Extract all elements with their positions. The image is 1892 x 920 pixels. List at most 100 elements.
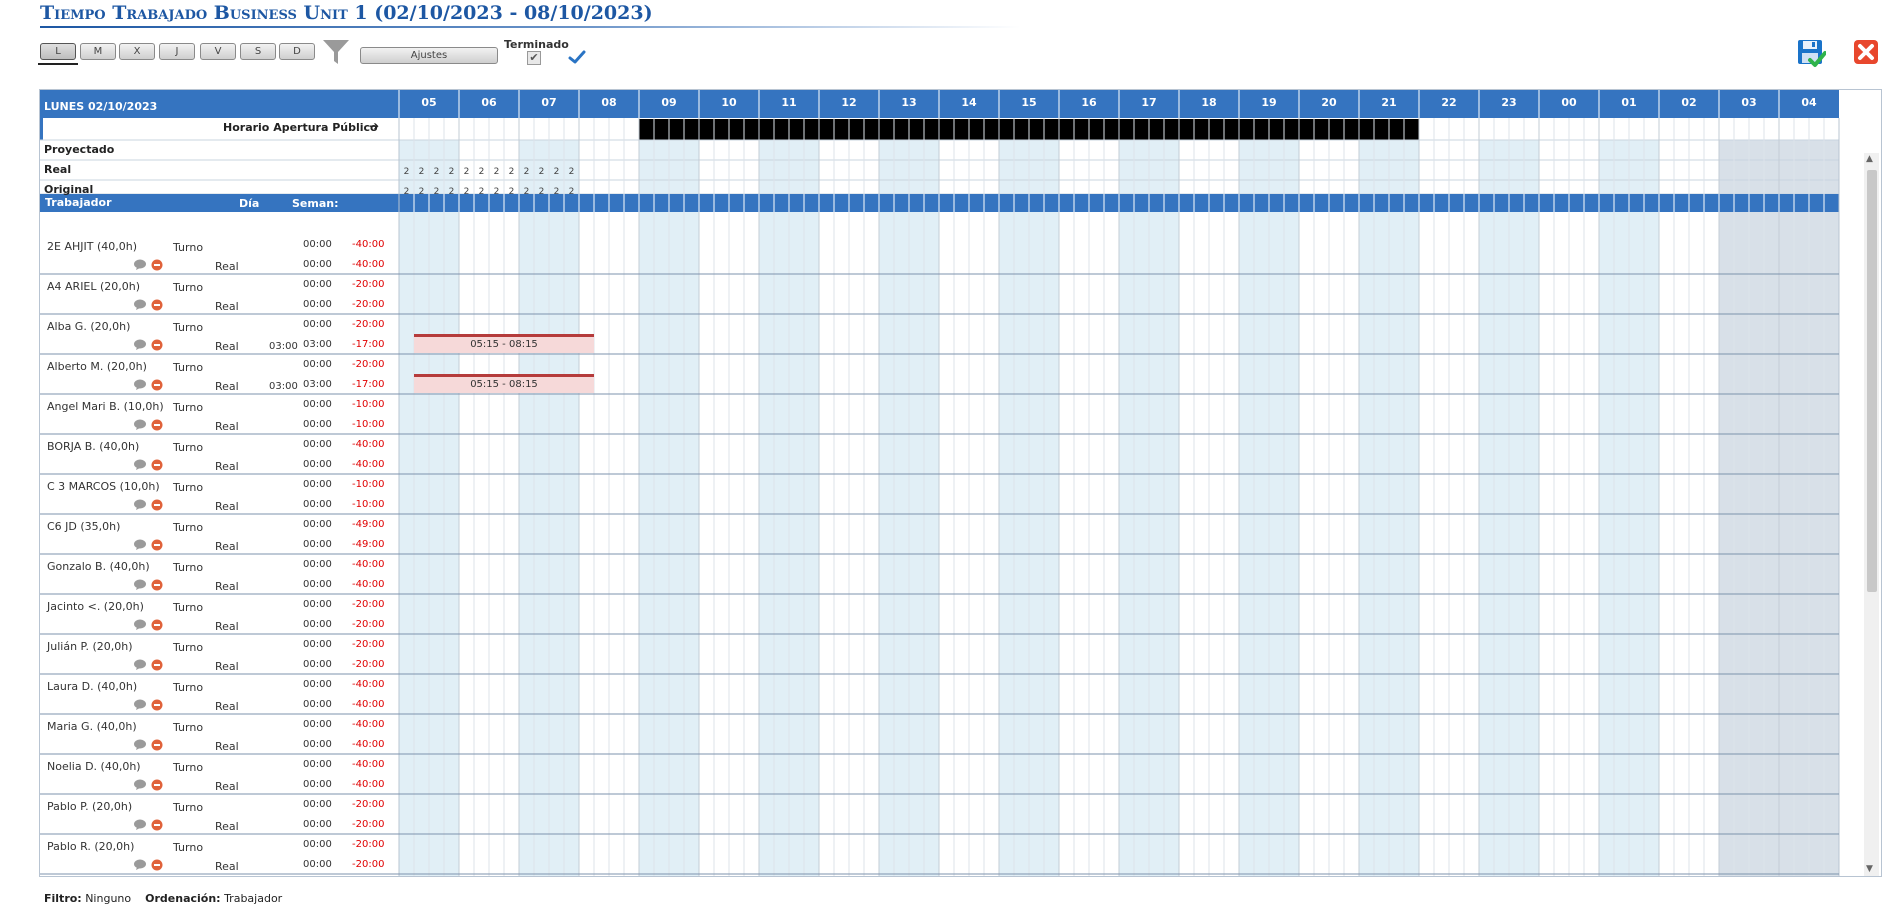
real-row-label: Real [215,620,239,633]
worker-name[interactable]: Jacinto <. (20,0h) [47,600,144,613]
comment-icon[interactable] [133,296,147,310]
scroll-up-arrow-icon[interactable]: ▲ [1866,154,1873,164]
day-button-m[interactable]: M [80,43,116,60]
finished-label: Terminado [504,38,569,51]
alert-icon[interactable] [151,616,165,631]
alert-icon[interactable] [151,496,165,511]
comment-icon[interactable] [133,256,147,270]
alert-icon[interactable] [151,296,165,311]
worker-name[interactable]: BORJA B. (40,0h) [47,440,139,453]
comment-icon[interactable] [133,696,147,710]
shift-bar[interactable]: 05:15 - 08:15 [414,334,594,353]
real-week-hours: 00:00 [303,579,332,590]
hour-label: 18 [1201,96,1217,109]
alert-icon[interactable] [151,536,165,551]
worker-name[interactable]: Pablo R. (20,0h) [47,840,134,853]
real-row-label: Real [215,700,239,713]
worker-name[interactable]: Gonzalo B. (40,0h) [47,560,150,573]
alert-icon[interactable] [151,656,165,671]
check-icon[interactable] [568,49,586,65]
alert-icon[interactable] [151,736,165,751]
day-button-j[interactable]: J [159,43,195,60]
comment-icon[interactable] [133,496,147,510]
worker-name[interactable]: Angel Mari B. (10,0h) [47,400,164,413]
alert-icon[interactable] [151,256,165,271]
day-button-s[interactable]: S [240,43,276,60]
real-row-label: Real [215,860,239,873]
worker-name[interactable]: C6 JD (35,0h) [47,520,120,533]
day-button-d[interactable]: D [279,43,315,60]
worker-name[interactable]: Alba G. (20,0h) [47,320,130,333]
comment-icon[interactable] [133,736,147,750]
summary-count: 2 [418,187,425,197]
arrow-right-icon[interactable]: ➔ [369,119,379,133]
filter-label: Filtro: [44,892,82,905]
real-week-hours: 00:00 [303,539,332,550]
summary-count: 2 [463,167,470,177]
title-underline [40,26,1020,28]
comment-icon[interactable] [133,856,147,870]
hour-label: 13 [901,96,917,109]
alert-icon[interactable] [151,856,165,871]
worker-name[interactable]: Julián P. (20,0h) [47,640,133,653]
real-week-hours: 00:00 [303,419,332,430]
comment-icon[interactable] [133,336,147,350]
comment-icon[interactable] [133,376,147,390]
alert-icon[interactable] [151,336,165,351]
day-button-l[interactable]: L [40,43,76,60]
summary-count: 2 [463,187,470,197]
comment-icon[interactable] [133,536,147,550]
real-week-diff: -20:00 [352,659,385,670]
comment-icon[interactable] [133,456,147,470]
summary-count: 2 [448,187,455,197]
shift-week-hours: 00:00 [303,399,332,410]
real-row-label: Real [215,820,239,833]
summary-count: 2 [478,187,485,197]
alert-icon[interactable] [151,816,165,831]
comment-icon[interactable] [133,616,147,630]
real-week-hours: 00:00 [303,299,332,310]
alert-icon[interactable] [151,696,165,711]
worker-name[interactable]: Pablo P. (20,0h) [47,800,132,813]
hour-label: 14 [961,96,977,109]
summary-count: 2 [553,187,560,197]
close-icon[interactable] [1853,39,1879,65]
filter-icon[interactable] [321,37,351,67]
save-icon[interactable] [1796,38,1826,68]
shift-week-diff: -20:00 [352,279,385,290]
alert-icon[interactable] [151,776,165,791]
shift-row-label: Turno [173,641,204,654]
alert-icon[interactable] [151,456,165,471]
comment-icon[interactable] [133,416,147,430]
comment-icon[interactable] [133,576,147,590]
real-week-hours: 00:00 [303,459,332,470]
column-header-week: Seman: [292,197,339,210]
settings-button[interactable]: Ajustes [360,47,498,64]
shift-week-diff: -49:00 [352,519,385,530]
finished-checkbox[interactable]: ✔ [527,51,541,65]
scroll-down-arrow-icon[interactable]: ▼ [1866,864,1873,874]
shift-bar[interactable]: 05:15 - 08:15 [414,374,594,393]
alert-icon[interactable] [151,376,165,391]
worker-name[interactable]: C 3 MARCOS (10,0h) [47,480,160,493]
comment-icon[interactable] [133,656,147,670]
day-button-v[interactable]: V [200,43,236,60]
worker-name[interactable]: A4 ARIEL (20,0h) [47,280,140,293]
comment-icon[interactable] [133,776,147,790]
shift-row-label: Turno [173,441,204,454]
alert-icon[interactable] [151,416,165,431]
hour-label: 09 [661,96,677,109]
worker-name[interactable]: Maria G. (40,0h) [47,720,137,733]
worker-name[interactable]: Noelia D. (40,0h) [47,760,141,773]
shift-week-hours: 00:00 [303,759,332,770]
worker-name[interactable]: Alberto M. (20,0h) [47,360,147,373]
scrollbar-thumb[interactable] [1867,170,1877,592]
worker-name[interactable]: 2E AHJIT (40,0h) [47,240,137,253]
day-button-x[interactable]: X [119,43,155,60]
real-row-label: Real [215,780,239,793]
comment-icon[interactable] [133,816,147,830]
shift-row-label: Turno [173,521,204,534]
shift-week-hours: 00:00 [303,439,332,450]
worker-name[interactable]: Laura D. (40,0h) [47,680,137,693]
alert-icon[interactable] [151,576,165,591]
